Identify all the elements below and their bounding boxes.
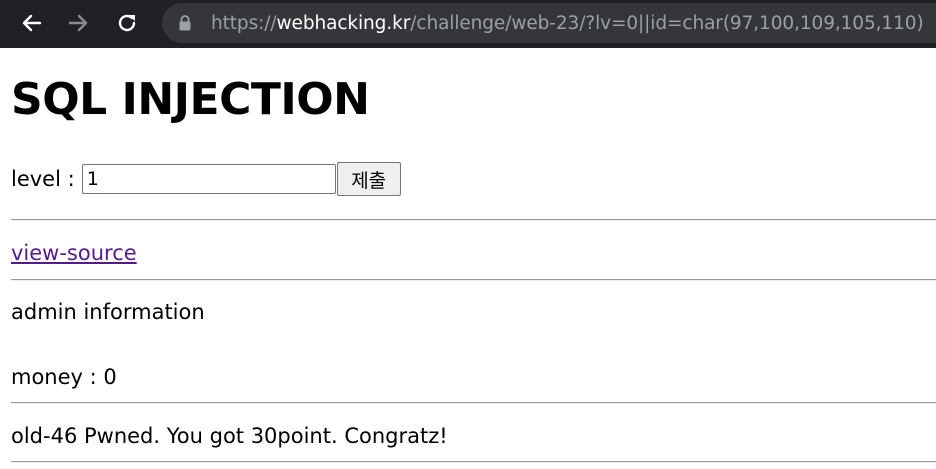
page-content: SQL INJECTION level : 제출 <box>0 48 936 196</box>
level-label: level : <box>11 167 75 191</box>
result-message: old-46 Pwned. You got 30point. Congratz! <box>11 424 448 448</box>
level-input[interactable] <box>81 164 336 194</box>
divider <box>11 279 936 281</box>
forward-arrow-icon <box>68 14 88 32</box>
url-path: /challenge/web-23/?lv=0||id=char(97,100,… <box>410 12 924 34</box>
url-scheme: https:// <box>211 12 277 34</box>
view-source-link[interactable]: view-source <box>11 241 137 265</box>
url-host: webhacking.kr <box>276 12 411 34</box>
back-button[interactable] <box>16 8 46 38</box>
lock-icon <box>179 15 191 31</box>
page-title: SQL INJECTION <box>11 74 370 125</box>
divider <box>11 219 936 221</box>
address-bar[interactable]: https://webhacking.kr/challenge/web-23/?… <box>162 3 936 43</box>
divider <box>11 402 936 404</box>
level-form: level : 제출 <box>11 162 936 196</box>
browser-toolbar: https://webhacking.kr/challenge/web-23/?… <box>0 0 936 48</box>
reload-button[interactable] <box>112 8 142 38</box>
view-source-row: view-source <box>11 240 137 266</box>
submit-button[interactable]: 제출 <box>336 162 401 196</box>
reload-icon <box>118 14 136 32</box>
divider <box>11 461 936 463</box>
admin-info-heading: admin information <box>11 300 205 324</box>
money-value: money : 0 <box>11 365 117 389</box>
url-text: https://webhacking.kr/challenge/web-23/?… <box>211 13 924 34</box>
forward-button[interactable] <box>64 8 94 38</box>
back-arrow-icon <box>22 14 42 32</box>
